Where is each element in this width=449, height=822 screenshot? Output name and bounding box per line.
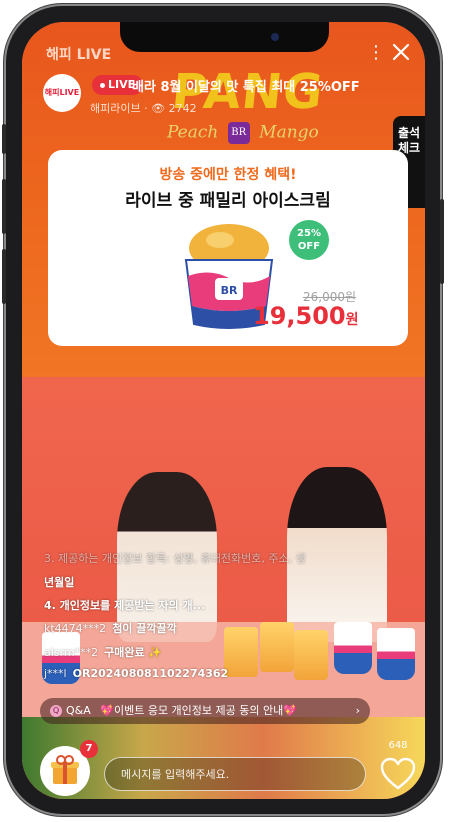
app-screen: PANG Peach BR Mango 해피 LIVE ⋮ 해피LIVE LIV…: [22, 22, 425, 799]
more-vertical-icon[interactable]: ⋮: [367, 42, 385, 64]
product-cup: [294, 630, 328, 680]
chat-text: 구매완료 ✨: [104, 646, 163, 659]
like-count: 648: [388, 740, 408, 751]
promo-card[interactable]: 방송 중에만 한정 혜택! 라이브 중 패밀리 아이스크림 BR 25% OFF…: [48, 150, 408, 346]
sale-price-currency: 원: [345, 312, 359, 328]
flavor-right: Mango: [259, 122, 319, 143]
discount-label: OFF: [297, 241, 321, 252]
front-camera: [271, 33, 279, 41]
chat-message: alsrm***2 구매완료 ✨: [44, 644, 162, 660]
chat-message: 4. 개인정보를 제공받는 자의 개...: [44, 597, 205, 613]
close-icon[interactable]: [389, 40, 413, 64]
banner-flavors: Peach BR Mango: [167, 122, 319, 144]
flavor-left: Peach: [167, 122, 219, 143]
power-button: [440, 199, 444, 284]
mute-switch: [2, 124, 6, 154]
discount-percent: 25%: [297, 228, 321, 239]
volume-up-button: [2, 179, 6, 234]
product-cup: [260, 622, 294, 672]
chevron-right-icon: ›: [355, 704, 360, 717]
viewer-count: 2742: [168, 102, 197, 115]
channel-logo[interactable]: 해피LIVE: [43, 74, 81, 112]
qna-notice-bar[interactable]: Q Q&A 💖이벤트 응모 개인정보 제공 동의 안내💖 ›: [40, 698, 370, 724]
chat-nick: kt4474***2: [44, 622, 107, 635]
channel-name[interactable]: 해피라이브: [90, 102, 141, 115]
qna-label: Q&A: [66, 704, 91, 717]
sale-price-value: 19,500: [253, 302, 346, 330]
sale-price: 19,500원: [253, 302, 359, 330]
svg-text:BR: BR: [221, 284, 238, 297]
chat-text: 4. 개인정보를 제공받는 자의 개...: [44, 599, 206, 612]
volume-down-button: [2, 249, 6, 304]
message-input[interactable]: [104, 757, 366, 791]
notch: [120, 22, 329, 52]
chat-nick: alsrm***2: [44, 646, 99, 659]
product-cup: [377, 628, 415, 680]
chat-text: OR20240808110227436​2: [72, 667, 229, 680]
chat-text: 첨이 끌깍끌깍: [112, 622, 177, 635]
chat-nick: j***l: [44, 667, 67, 680]
chat-message: j***l OR20240808110227436​2: [44, 667, 228, 680]
live-dot-icon: [100, 82, 105, 88]
qna-text: 💖이벤트 응모 개인정보 제공 동의 안내💖: [100, 704, 297, 717]
promo-subtitle: 방송 중에만 한정 혜택!: [159, 167, 297, 183]
qna-icon: Q: [50, 705, 62, 717]
eye-icon: 👁: [151, 102, 166, 115]
app-title: 해피 LIVE: [46, 47, 112, 63]
heart-icon[interactable]: [380, 757, 416, 791]
chat-text: 3. 제공하는 개인정보 항목: 성명, 휴대전화번호, 주소, 생: [44, 552, 306, 565]
chat-message: kt4474***2 첨이 끌깍끌깍: [44, 620, 177, 636]
gift-count-badge: 7: [80, 740, 98, 758]
channel-info: 해피라이브 · 👁 2742: [90, 100, 197, 116]
phone-frame: PANG Peach BR Mango 해피 LIVE ⋮ 해피LIVE LIV…: [2, 4, 444, 816]
product-cup: [334, 622, 372, 674]
chat-message: 년월일: [44, 574, 74, 590]
product-cup: [224, 627, 258, 677]
promo-title: 라이브 중 패밀리 아이스크림: [125, 191, 331, 211]
br-logo: BR: [227, 122, 250, 144]
chat-message: 3. 제공하는 개인정보 항목: 성명, 휴대전화번호, 주소, 생: [44, 550, 306, 566]
discount-badge: 25% OFF: [289, 220, 329, 260]
stream-title: 배라 8월 이달의 맛 특집 최대 25%OFF: [132, 80, 360, 95]
chat-text: 년월일: [44, 576, 75, 589]
